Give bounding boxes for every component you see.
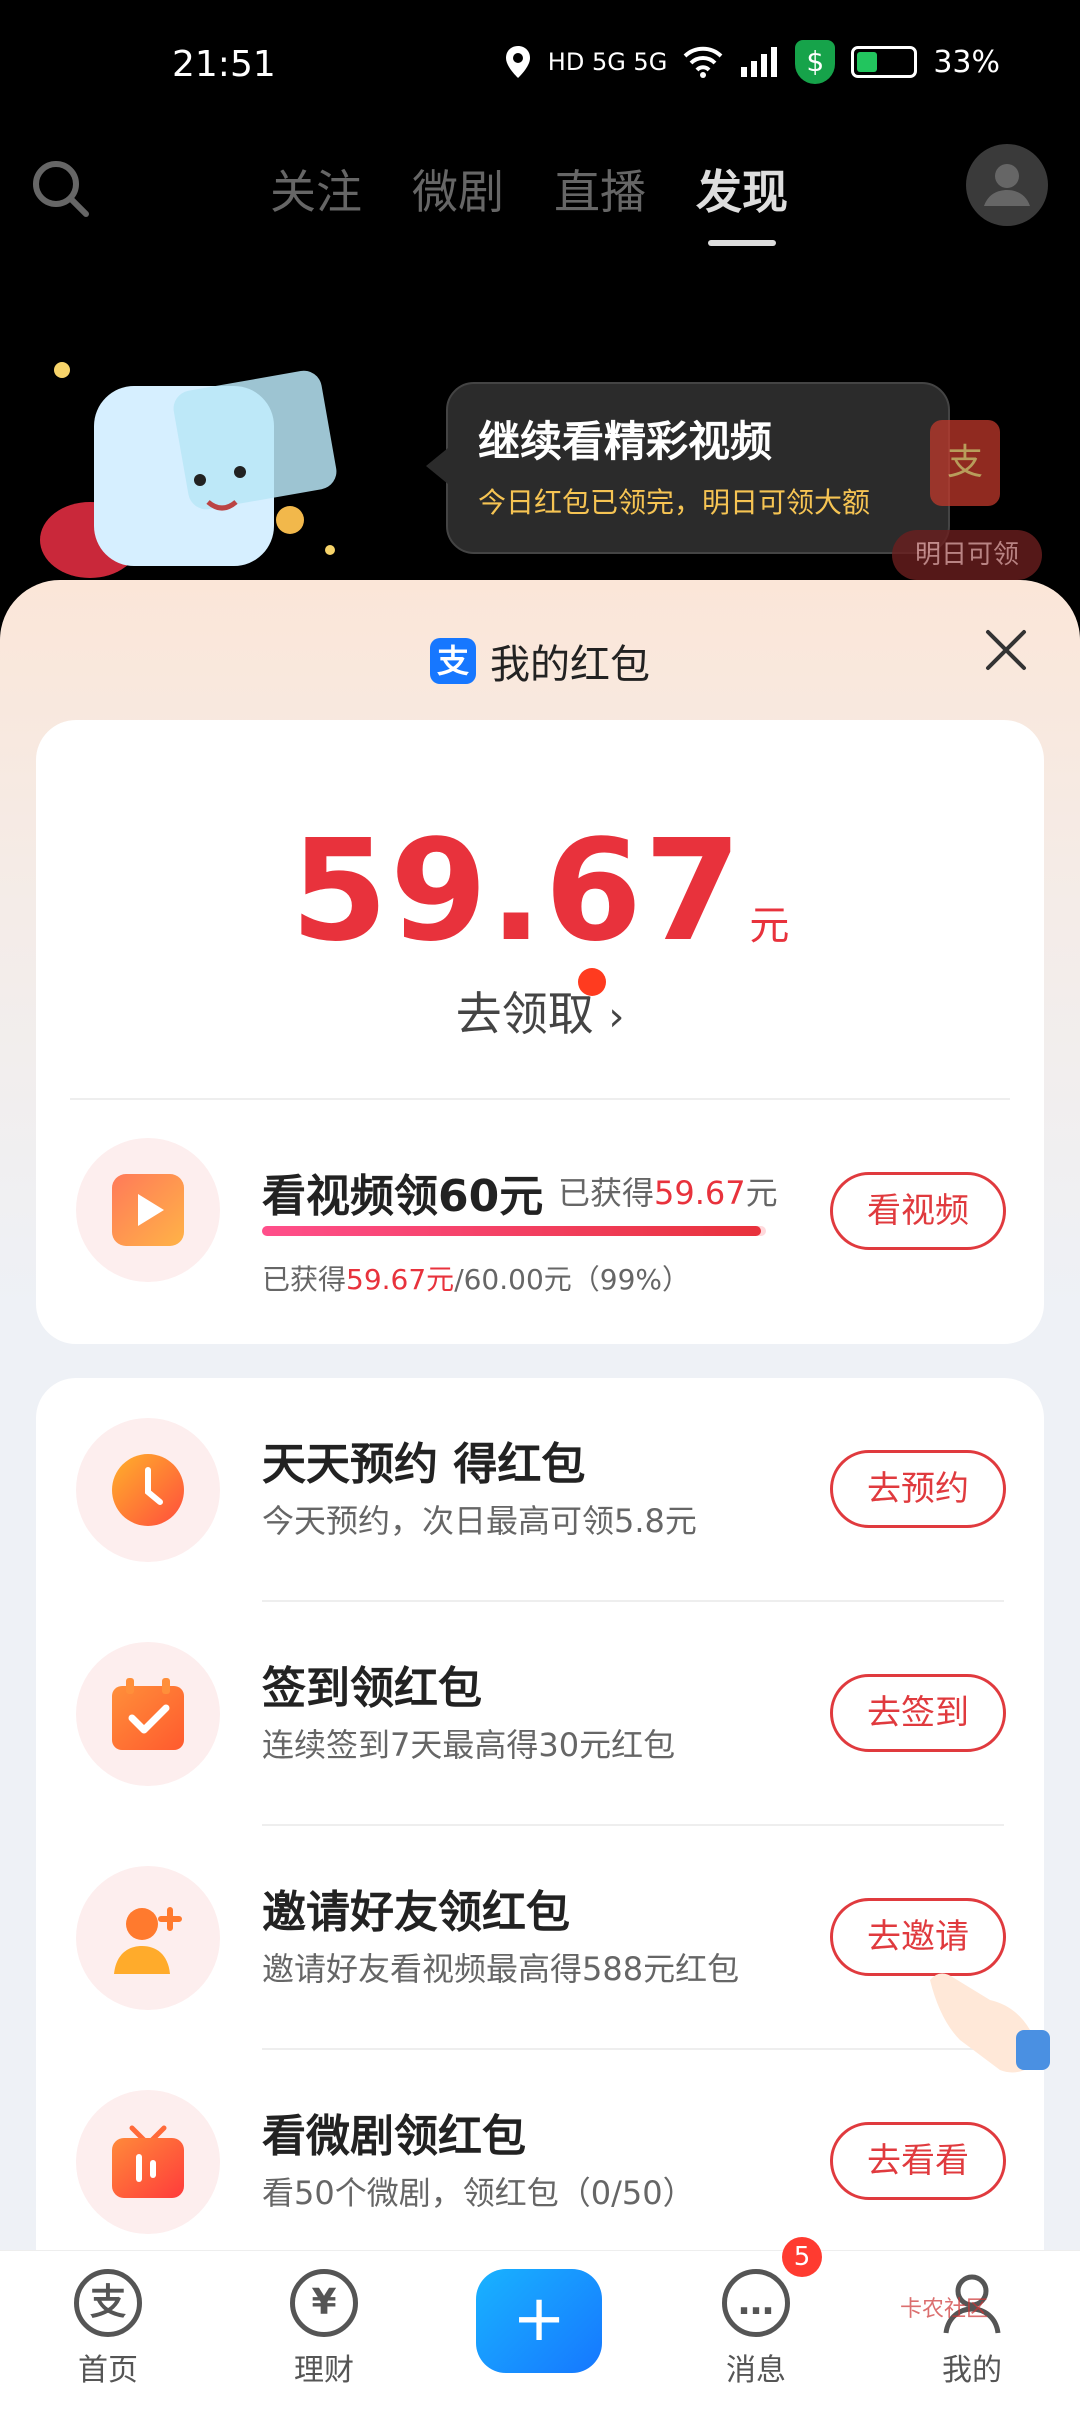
task-icon-invite (76, 1866, 220, 2010)
reserve-button[interactable]: 去预约 (830, 1450, 1006, 1528)
task-title-checkin: 签到领红包 (262, 1663, 482, 1714)
red-packet-sheet: 支 我的红包 59.67 元 去领取 › 看视频领60元 已获得59.67元 已获… (0, 580, 1080, 2412)
content-tabs: 关注 微剧 直播 发现 (270, 156, 788, 246)
nav-home-label: 首页 (78, 2353, 138, 2388)
bubble-subtitle: 今日红包已领完，明日可领大额 (478, 486, 871, 519)
video-task-title: 看视频领60元 (262, 1171, 544, 1222)
avatar[interactable] (966, 144, 1048, 226)
battery-icon (851, 46, 918, 78)
status-time: 21:51 (172, 44, 276, 85)
progress-prefix: 已获得 (262, 1263, 347, 1296)
task-subtitle-reserve: 今天预约，次日最高可领5.8元 (262, 1502, 697, 1540)
video-task-icon (76, 1138, 220, 1282)
sheet-header: 支 我的红包 (0, 632, 1080, 690)
nav-messages[interactable]: … 消息 (696, 2269, 816, 2389)
tomorrow-badge: 明日可领 (892, 530, 1042, 580)
chevron-right-icon: › (608, 994, 625, 1040)
task-subtitle-checkin: 连续签到7天最高得30元红包 (262, 1726, 676, 1764)
alipay-logo-icon: 支 (430, 638, 476, 684)
tab-follow[interactable]: 关注 (270, 156, 362, 222)
balance-amount: 59.67 元 (36, 810, 1044, 973)
watch-video-button[interactable]: 看视频 (830, 1172, 1006, 1250)
sheet-title: 我的红包 (490, 642, 650, 688)
tab-live[interactable]: 直播 (554, 156, 646, 222)
add-user-icon (114, 1907, 182, 1974)
user-icon (984, 164, 1030, 206)
alipay-home-icon: 支 (74, 2269, 142, 2337)
search-icon[interactable] (30, 158, 90, 218)
task-title-reserve: 天天预约 得红包 (262, 1439, 586, 1490)
security-shield-icon: $ (795, 40, 836, 84)
video-progress-text: 已获得59.67元/60.00元（99%） (262, 1258, 690, 1298)
amount-unit: 元 (749, 903, 790, 949)
divider (262, 2048, 1004, 2050)
checkin-button[interactable]: 去签到 (830, 1674, 1006, 1752)
nav-home[interactable]: 支 首页 (48, 2269, 168, 2389)
status-icons: HD 5G 5G $ 33% (504, 40, 1000, 84)
tv-icon (112, 2125, 184, 2198)
video-task-earned: 已获得59.67元 (558, 1168, 778, 1214)
close-icon[interactable] (984, 628, 1028, 672)
progress-suffix: /60.00元（99%） (454, 1263, 691, 1296)
nav-wealth[interactable]: ¥ 理财 (264, 2269, 384, 2389)
progress-value: 59.67元 (346, 1263, 455, 1296)
task-icon-checkin (76, 1642, 220, 1786)
task-subtitle-drama: 看50个微剧，领红包（0/50） (262, 2174, 695, 2212)
task-title-invite: 邀请好友领红包 (262, 1887, 570, 1938)
yuan-icon: ¥ (290, 2269, 358, 2337)
divider (70, 1098, 1010, 1100)
collect-label: 去领取 (455, 987, 594, 1041)
continue-watching-bubble[interactable]: 继续看精彩视频 今日红包已领完，明日可领大额 (426, 382, 950, 554)
clock-icon (112, 1454, 184, 1526)
add-button[interactable]: + (476, 2269, 602, 2373)
nav-mine-label: 我的 (942, 2353, 1002, 2388)
bubble-title: 继续看精彩视频 (478, 417, 773, 466)
signal-icon (741, 47, 778, 77)
nav-wealth-label: 理财 (294, 2353, 354, 2388)
calendar-check-icon (112, 1678, 184, 1750)
amount-value: 59.67 (290, 810, 744, 973)
nav-messages-label: 消息 (726, 2353, 786, 2388)
collect-link[interactable]: 去领取 › (36, 978, 1044, 1044)
video-progress-bar (262, 1226, 766, 1236)
nav-mine[interactable]: 我的 (912, 2269, 1032, 2389)
divider (262, 1824, 1004, 1826)
task-icon-reserve (76, 1418, 220, 1562)
pointing-hand-icon (930, 1973, 1050, 2073)
tab-micro-drama[interactable]: 微剧 (412, 156, 504, 222)
balance-card: 59.67 元 去领取 › 看视频领60元 已获得59.67元 已获得59.67元… (36, 720, 1044, 1344)
battery-percent: 33% (933, 44, 1000, 80)
bottom-nav: 支 首页 ¥ 理财 + … 消息 5 我的 卡农社区 (0, 2237, 1080, 2412)
divider (262, 1600, 1004, 1602)
play-icon (112, 1174, 184, 1246)
notification-dot (578, 968, 606, 996)
earned-prefix: 已获得 (558, 1174, 655, 1212)
progress-fill (262, 1226, 761, 1236)
task-subtitle-invite: 邀请好友看视频最高得588元红包 (262, 1950, 740, 1988)
earned-value: 59.67 (654, 1174, 746, 1212)
network-label: HD 5G 5G (547, 48, 668, 76)
top-nav: 关注 微剧 直播 发现 (0, 140, 1080, 260)
task-icon-drama (76, 2090, 220, 2234)
mascot-illustration (40, 362, 337, 578)
message-icon: … (722, 2269, 790, 2337)
red-packet-icon: 支 (930, 420, 1000, 506)
task-title-drama: 看微剧领红包 (262, 2111, 526, 2162)
wifi-icon (683, 46, 723, 78)
earned-unit: 元 (745, 1174, 778, 1212)
watermark: 卡农社区 (900, 2297, 989, 2322)
status-bar: 21:51 HD 5G 5G $ 33% (0, 0, 1080, 140)
watch-drama-button[interactable]: 去看看 (830, 2122, 1006, 2200)
tab-discover[interactable]: 发现 (696, 156, 788, 246)
message-count-badge: 5 (782, 2237, 822, 2277)
location-icon (505, 46, 530, 78)
